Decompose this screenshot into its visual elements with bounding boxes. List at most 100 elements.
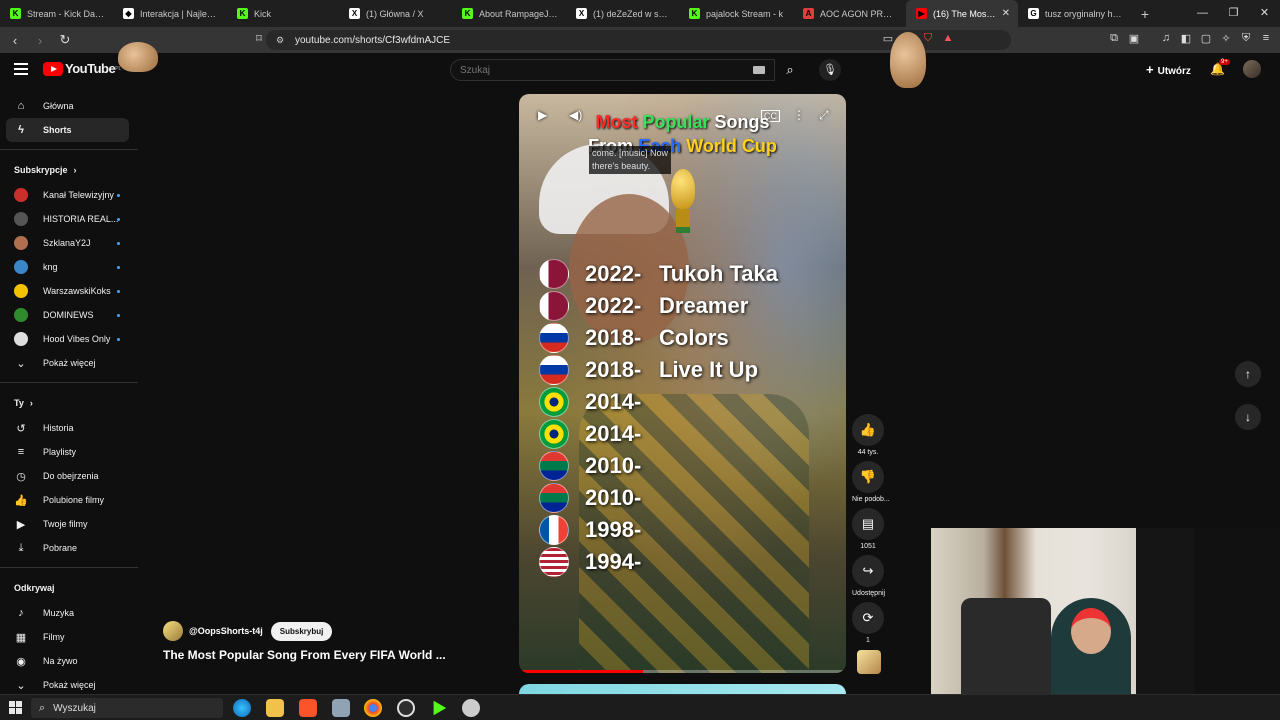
site-info-icon[interactable]: ⚙ (276, 35, 284, 46)
create-button[interactable]: + Utwórz (1146, 62, 1191, 77)
remix-action[interactable]: ⟳ 1 (852, 602, 884, 644)
browser-tab[interactable]: X (1) Główna / X (339, 0, 452, 27)
sidebar-subscription[interactable]: Kanał Telewizyjny (0, 183, 138, 207)
media-icon[interactable]: ♫ (1156, 32, 1176, 48)
obs-app-icon[interactable] (397, 699, 415, 717)
sidebar-item-label: Na żywo (43, 656, 78, 666)
tab-favicon-icon: K (462, 8, 473, 19)
hamburger-menu-icon[interactable] (14, 63, 28, 75)
sidebar-item-na-żywo[interactable]: ◉ Na żywo (0, 649, 138, 673)
edge-app-icon[interactable] (233, 699, 251, 717)
comments-action[interactable]: ▤ 1051 (852, 508, 884, 550)
channel-avatar[interactable] (163, 621, 183, 641)
brave-app-icon[interactable] (299, 699, 317, 717)
sidebar-item-show-more-subs[interactable]: ⌄ Pokaż więcej (0, 351, 138, 375)
short-video-player[interactable]: ▶ ◀) CC ⋮ ⤢ Most Popular Songs From Each… (519, 94, 846, 673)
forward-icon[interactable]: › (30, 33, 50, 48)
comment-icon[interactable]: ▤ (852, 508, 884, 540)
sidebar-item-filmy[interactable]: ▦ Filmy (0, 625, 138, 649)
dislike-action[interactable]: 👎 Nie podob... (852, 461, 890, 503)
chevron-down-icon: ⌄ (16, 357, 26, 370)
sound-thumbnail[interactable] (857, 650, 881, 674)
sidebar-item-główna[interactable]: ⌂ Główna (0, 94, 138, 118)
new-tab-icon[interactable]: + (1132, 6, 1158, 22)
app-icon-8[interactable] (462, 699, 480, 717)
browser-tab[interactable]: Kpajalock Stream - k (679, 0, 793, 27)
sidebar-toggle-icon[interactable]: ◧ (1176, 32, 1196, 48)
sidebar-item-do-obejrzenia[interactable]: ◷ Do obejrzenia (0, 464, 138, 488)
wallet-icon[interactable]: ▢ (1196, 32, 1216, 48)
share-action[interactable]: ↪ Udostępnij (852, 555, 885, 597)
subscribe-button[interactable]: Subskrybuj (270, 621, 333, 641)
app-icon-4[interactable] (332, 699, 350, 717)
previous-short-button[interactable]: ↑ (1235, 361, 1261, 387)
close-window-icon[interactable]: ✕ (1249, 0, 1280, 27)
comments-count: 1051 (860, 543, 876, 550)
search-input[interactable] (460, 65, 740, 76)
new-content-dot (117, 194, 120, 197)
keyboard-icon[interactable] (753, 66, 765, 74)
reload-icon[interactable]: ↻ (55, 32, 75, 48)
divider (0, 382, 138, 383)
browser-tab[interactable]: K Kick (227, 0, 339, 27)
you-heading[interactable]: Ty › (0, 390, 138, 416)
sidebar-item-twoje-filmy[interactable]: ▶ Twoje filmy (0, 512, 138, 536)
sidebar-subscription[interactable]: DOMINEWS (0, 303, 138, 327)
video-title[interactable]: The Most Popular Song From Every FIFA Wo… (163, 648, 446, 662)
sidebar-item-pobrane[interactable]: ⤓ Pobrane (0, 536, 138, 560)
browser-tab[interactable]: A AOC AGON PRO AG27 (793, 0, 906, 27)
microphone-icon[interactable]: 🎙 (819, 59, 841, 81)
sidebar-item-muzyka[interactable]: ♪ Muzyka (0, 601, 138, 625)
sidebar-subscription[interactable]: Hood Vibes Only (0, 327, 138, 351)
restore-icon[interactable]: ❐ (1218, 0, 1249, 27)
share-icon[interactable]: ↪ (852, 555, 884, 587)
extension-icon[interactable]: ⧉ (1104, 32, 1124, 48)
subscriptions-heading-label: Subskrypcje (14, 165, 68, 175)
sidebar-item-polubione-filmy[interactable]: 👍 Polubione filmy (0, 488, 138, 512)
search-icon[interactable]: ⌕ (775, 59, 805, 81)
chrome-app-icon[interactable] (364, 699, 382, 717)
minimize-icon[interactable]: — (1187, 0, 1218, 27)
sidebar-subscription[interactable]: WarszawskiKoks (0, 279, 138, 303)
menu-icon[interactable]: ≡ (1256, 32, 1276, 48)
browser-tab[interactable]: Gtusz oryginalny hp 305 (1018, 0, 1132, 27)
youtube-logo[interactable]: YouTube PL (43, 61, 121, 76)
account-avatar[interactable] (1243, 60, 1261, 78)
new-content-dot (117, 242, 120, 245)
overlay-title-line2: From Each World Cup (519, 136, 846, 157)
like-icon[interactable]: 👍 (852, 414, 884, 446)
subscriptions-heading[interactable]: Subskrypcje › (0, 157, 138, 183)
like-action[interactable]: 👍 44 tys. (852, 414, 884, 456)
file-explorer-icon[interactable] (266, 699, 284, 717)
browser-tab[interactable]: ▶ (16) The Most Pop ✕ (906, 0, 1018, 27)
vpn-icon[interactable]: ⛨ (1236, 32, 1256, 48)
sidebar-item-shorts[interactable]: ϟ Shorts (6, 118, 129, 142)
windows-start-icon[interactable] (9, 700, 23, 715)
sidebar-subscription[interactable]: SzklanaY2J (0, 231, 138, 255)
tab-favicon-icon: X (349, 8, 360, 19)
taskbar-search[interactable]: ⌕ Wyszukaj (31, 698, 223, 718)
next-short-button[interactable]: ↓ (1235, 404, 1261, 430)
back-icon[interactable]: ‹ (5, 33, 25, 48)
screenshot-icon[interactable]: ▣ (1124, 32, 1144, 48)
sidebar-subscription[interactable]: kng (0, 255, 138, 279)
video-progress-bar[interactable] (519, 670, 846, 673)
tab-close-icon[interactable]: ✕ (1002, 8, 1010, 19)
sidebar-item-historia[interactable]: ↺ Historia (0, 416, 138, 440)
leo-ai-icon[interactable]: ✧ (1216, 32, 1236, 48)
dislike-icon[interactable]: 👎 (852, 461, 884, 493)
webcam-head (1071, 608, 1111, 654)
browser-tab[interactable]: K About RampageJackso (452, 0, 566, 27)
title-word-2: Popular (642, 112, 710, 132)
browser-tab[interactable]: X (1) deZeZed w serwisie (566, 0, 679, 27)
channel-name[interactable]: @OopsShorts-t4j (189, 626, 263, 636)
browser-tab[interactable]: ◆ Interakcja | Najlepsze (113, 0, 227, 27)
remix-icon[interactable]: ⟳ (852, 602, 884, 634)
channel-avatar (14, 308, 28, 322)
closed-caption: come. [music] Now there's beauty. (589, 146, 672, 174)
sidebar-item-playlisty[interactable]: ≡ Playlisty (0, 440, 138, 464)
browser-tab[interactable]: K Stream - Kick Dashbo (0, 0, 113, 27)
brave-rewards-icon[interactable]: ▲ (938, 32, 958, 48)
kick-app-icon[interactable] (433, 700, 447, 716)
sidebar-subscription[interactable]: HISTORIA REAL... (0, 207, 138, 231)
